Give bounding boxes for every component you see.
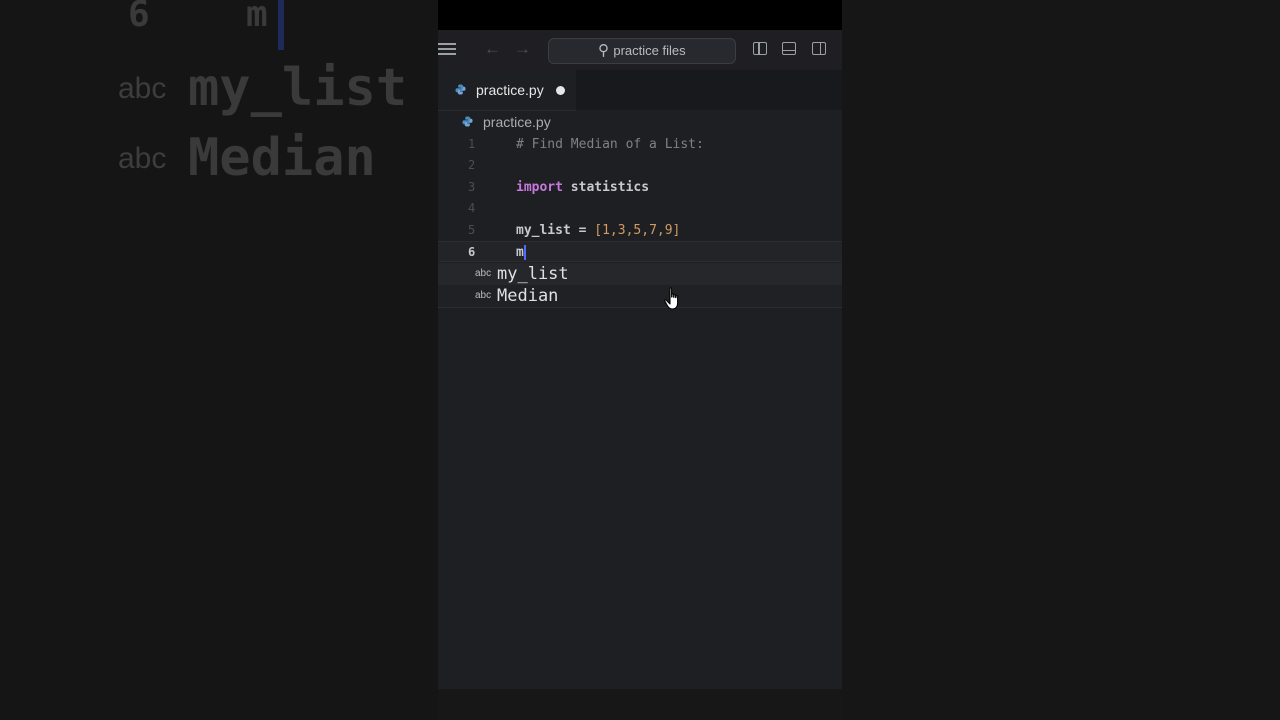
bg-line-number: 6 — [128, 0, 150, 35]
line-number: 4 — [468, 201, 476, 215]
breadcrumb-file[interactable]: practice.py — [483, 114, 551, 130]
tab-bar: practice.py — [438, 70, 842, 111]
search-placeholder: practice files — [613, 43, 686, 58]
suggestion-label: my_list — [497, 264, 569, 284]
frame-top-bar — [438, 0, 842, 30]
code-line: 2 — [438, 155, 842, 176]
suggestion-median[interactable]: abc Median — [438, 285, 842, 307]
code-line: 3 import statistics — [438, 177, 842, 198]
search-icon: ⚲ — [598, 42, 610, 59]
code-editor[interactable]: 1 # Find Median of a List: 2 3 import st… — [438, 134, 842, 689]
bg-suggestion-1: my_list — [188, 58, 408, 118]
text-caret — [523, 245, 526, 260]
line-number: 5 — [468, 223, 476, 237]
toggle-primary-sidebar-icon[interactable] — [753, 42, 767, 55]
code-line: 5 my_list = [1,3,5,7,9] — [438, 220, 842, 241]
current-code-line: 6 m — [438, 241, 842, 262]
suggestion-label: Median — [497, 286, 559, 306]
suggestion-my-list[interactable]: abc my_list — [438, 263, 842, 285]
typed-text: m — [516, 245, 524, 260]
vscode-window: ← → ⚲ practice files practice.py practice… — [438, 0, 842, 689]
bg-suggestion-2: Median — [188, 128, 376, 188]
line-number: 3 — [468, 180, 476, 194]
unsaved-dot-icon[interactable] — [556, 86, 565, 95]
command-center-search[interactable]: ⚲ practice files — [548, 38, 736, 64]
title-bar: ← → ⚲ practice files — [438, 30, 842, 70]
variable-assignment: my_list = — [516, 223, 595, 238]
list-literal: [1,3,5,7,9] — [594, 223, 681, 238]
tab-practice-py[interactable]: practice.py — [438, 70, 576, 111]
background-zoom-right — [842, 0, 1280, 720]
toggle-secondary-sidebar-icon[interactable] — [812, 42, 826, 55]
background-zoom-left: 6 m abc my_list abc Median — [0, 0, 438, 720]
line-number: 6 — [468, 245, 476, 259]
module-name: statistics — [562, 180, 650, 195]
bg-abc-icon: abc — [118, 72, 167, 105]
forward-arrow-icon[interactable]: → — [514, 39, 531, 59]
text-suggestion-icon: abc — [475, 268, 492, 279]
bg-abc-icon: abc — [118, 142, 167, 175]
breadcrumb: practice.py — [438, 110, 842, 134]
code-line: 1 # Find Median of a List: — [438, 134, 842, 155]
bg-typed-text: m — [246, 0, 268, 35]
bg-caret — [278, 0, 284, 50]
suggest-widget: abc my_list abc Median — [438, 263, 842, 308]
keyword-import: import — [516, 180, 563, 195]
menu-icon[interactable] — [438, 43, 456, 57]
hand-pointer-icon — [664, 287, 679, 310]
code-line: 4 — [438, 198, 842, 219]
back-arrow-icon[interactable]: ← — [484, 39, 501, 59]
python-file-icon — [462, 116, 473, 127]
text-suggestion-icon: abc — [475, 290, 492, 301]
tab-label: practice.py — [476, 82, 544, 98]
toggle-panel-icon[interactable] — [782, 42, 796, 55]
python-file-icon — [455, 84, 466, 95]
line-number: 2 — [468, 158, 476, 172]
code-text: # Find Median of a List: — [516, 137, 704, 152]
line-number: 1 — [468, 137, 476, 151]
